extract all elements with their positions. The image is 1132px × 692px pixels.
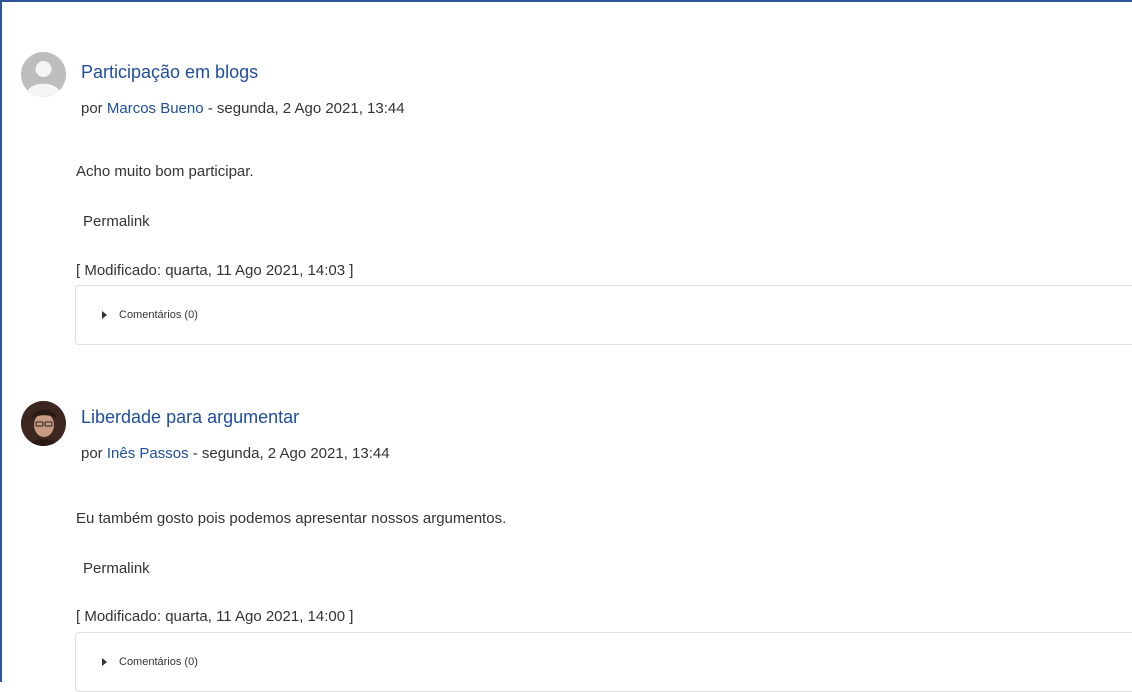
post-content: Acho muito bom participar. xyxy=(76,163,254,180)
default-user-avatar-icon[interactable] xyxy=(21,52,66,97)
author-link[interactable]: Inês Passos xyxy=(107,445,189,462)
modified-date: [ Modificado: quarta, 11 Ago 2021, 14:00… xyxy=(76,608,354,625)
comments-panel: Comentários (0) xyxy=(75,285,1132,345)
post-date: - segunda, 2 Ago 2021, 13:44 xyxy=(203,100,405,117)
post-byline: por Inês Passos - segunda, 2 Ago 2021, 1… xyxy=(81,445,390,462)
post-title[interactable]: Participação em blogs xyxy=(81,62,258,83)
post-content: Eu também gosto pois podemos apresentar … xyxy=(76,510,507,527)
permalink-link[interactable]: Permalink xyxy=(83,213,150,230)
comments-toggle[interactable]: Comentários (0) xyxy=(102,286,198,344)
post-title[interactable]: Liberdade para argumentar xyxy=(81,407,299,428)
comments-label: Comentários (0) xyxy=(119,656,198,668)
post-byline: por Marcos Bueno - segunda, 2 Ago 2021, … xyxy=(81,100,405,117)
permalink-link[interactable]: Permalink xyxy=(83,560,150,577)
comments-toggle[interactable]: Comentários (0) xyxy=(102,633,198,691)
user-photo-avatar[interactable] xyxy=(21,401,66,446)
author-link[interactable]: Marcos Bueno xyxy=(107,100,204,117)
comments-panel: Comentários (0) xyxy=(75,632,1132,692)
comments-label: Comentários (0) xyxy=(119,309,198,321)
byline-prefix: por xyxy=(81,445,107,462)
caret-right-icon xyxy=(102,311,107,319)
post-date: - segunda, 2 Ago 2021, 13:44 xyxy=(188,445,390,462)
caret-right-icon xyxy=(102,658,107,666)
modified-date: [ Modificado: quarta, 11 Ago 2021, 14:03… xyxy=(76,262,354,279)
byline-prefix: por xyxy=(81,100,107,117)
